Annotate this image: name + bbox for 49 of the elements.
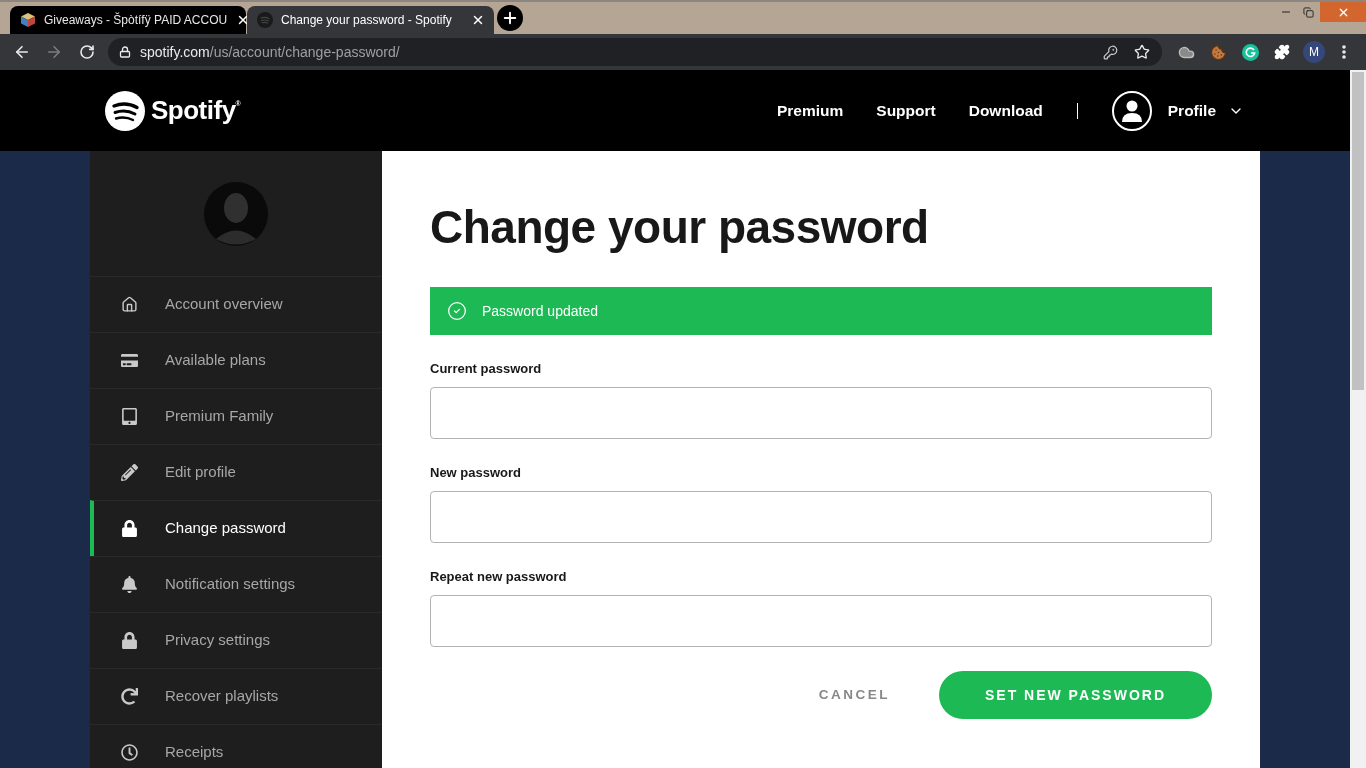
address-bar[interactable]: spotify.com/us/account/change-password/ (108, 38, 1162, 66)
field-label: Current password (430, 361, 543, 377)
nav-link[interactable]: Download (968, 98, 1043, 123)
tablet-icon (120, 408, 138, 425)
password-field[interactable] (430, 387, 1212, 439)
field-label: New password (430, 465, 523, 481)
password-field[interactable] (430, 491, 1212, 543)
profile-avatar-button[interactable]: M (1303, 41, 1325, 63)
clock-icon (120, 744, 138, 761)
password-field[interactable] (430, 595, 1212, 647)
box-icon (20, 12, 36, 28)
cancel-button[interactable]: CANCEL (788, 671, 920, 719)
puzzle-icon (1274, 44, 1290, 60)
lock-icon (120, 632, 138, 649)
scrollbar[interactable] (1350, 70, 1366, 768)
alert-text: Password updated (482, 301, 598, 321)
key-icon (1102, 44, 1118, 60)
forward-arrow-icon (45, 43, 63, 61)
home-icon (120, 296, 138, 313)
ring-logo-icon (1241, 43, 1259, 61)
avatar-silhouette (204, 181, 268, 246)
scrollbar-thumb[interactable] (1352, 72, 1364, 390)
browser-tab[interactable]: Change your password - Spotify (247, 6, 494, 34)
nav-link[interactable]: Support (876, 98, 936, 123)
restore-icon (1303, 6, 1314, 18)
lock-icon (120, 520, 138, 537)
profile-menu-button[interactable]: Profile (1167, 98, 1244, 123)
check-circle-icon (447, 301, 467, 321)
close-icon (471, 13, 485, 27)
credit-card-icon (120, 352, 138, 369)
cookie-icon (1209, 43, 1227, 61)
bookmark-button[interactable] (1132, 42, 1152, 62)
star-icon (1134, 44, 1150, 60)
menu-icon (1342, 45, 1346, 59)
pencil-icon (120, 464, 138, 481)
reload-icon (79, 44, 95, 60)
user-avatar-icon[interactable] (1111, 90, 1152, 131)
refresh-icon (120, 688, 138, 705)
browser-tab[interactable]: Giveaways - Špòtífÿ PAID ACCOU (10, 6, 246, 34)
lock-icon (119, 46, 131, 58)
round-logo-icon (257, 12, 273, 28)
field-label: Repeat new password (430, 569, 568, 585)
bell-icon (120, 576, 138, 593)
url-text: spotify.com/us/account/change-password/ (140, 42, 400, 62)
plus-icon (501, 9, 519, 27)
logo-icon (105, 90, 145, 131)
new-tab-button[interactable] (497, 5, 523, 31)
logo-wordmark[interactable]: Spotify$^{®}$ (151, 91, 241, 130)
nav-link[interactable]: Premium (776, 98, 844, 123)
